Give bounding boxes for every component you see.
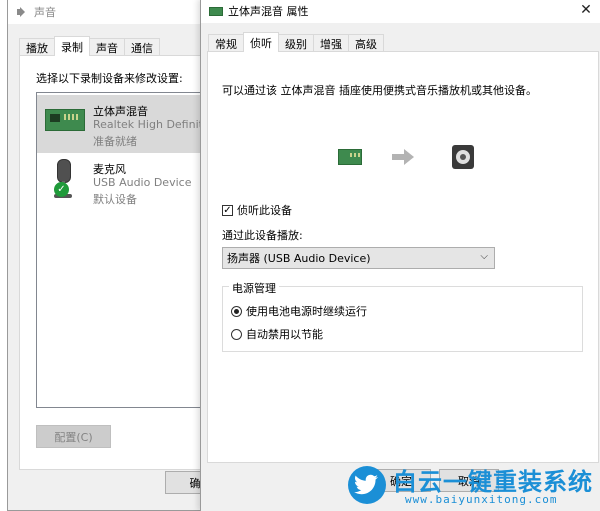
- properties-titlebar[interactable]: 立体声混音 属性: [201, 0, 600, 23]
- power-management-group: 电源管理 使用电池电源时继续运行 自动禁用以节能: [222, 280, 583, 352]
- listen-to-device-label[interactable]: 侦听此设备: [237, 202, 292, 218]
- tab-advanced[interactable]: 高级: [348, 34, 384, 52]
- close-icon[interactable]: ✕: [578, 2, 594, 18]
- playback-through-label: 通过此设备播放:: [222, 229, 303, 242]
- tab-playback[interactable]: 播放: [19, 38, 55, 56]
- tab-enhancements[interactable]: 增强: [313, 34, 349, 52]
- tab-sounds[interactable]: 声音: [89, 38, 125, 56]
- device-row-microphone[interactable]: ✓ 麦克风 USB Audio Device 默认设备: [37, 153, 223, 211]
- properties-tabs: 常规 侦听 级别 增强 高级: [208, 32, 384, 52]
- device-name: 麦克风: [93, 163, 126, 176]
- tab-general[interactable]: 常规: [208, 34, 244, 52]
- twitter-bird-icon: [348, 466, 386, 504]
- speaker-icon: [452, 145, 474, 169]
- properties-title: 立体声混音 属性: [228, 5, 309, 18]
- device-driver: USB Audio Device: [93, 176, 192, 189]
- sound-dialog-tabs: 播放 录制 声音 通信: [19, 36, 160, 56]
- listen-to-device-checkbox-row[interactable]: ✓ 侦听此设备: [222, 202, 292, 218]
- watermark-url: www.baiyunxitong.com: [405, 493, 558, 506]
- listen-flow-illustration: [338, 145, 478, 171]
- listen-panel: 可以通过该 立体声混音 插座使用便携式音乐播放机或其他设备。 ✓ 侦听此设备 通…: [207, 51, 599, 463]
- playback-device-value: 扬声器 (USB Audio Device): [227, 252, 371, 265]
- disable-to-save-power-radio[interactable]: [231, 328, 242, 340]
- listen-description: 可以通过该 立体声混音 插座使用便携式音乐播放机或其他设备。: [222, 84, 537, 97]
- microphone-icon: [51, 159, 81, 203]
- continue-on-battery-radio[interactable]: [231, 305, 242, 317]
- recording-device-list: 立体声混音 Realtek High Definition 准备就绪 ✓ 麦克风…: [36, 92, 224, 408]
- sound-card-icon: [209, 6, 223, 16]
- default-check-icon: ✓: [54, 182, 69, 197]
- watermark-text: 白云一键重装系统: [393, 468, 593, 496]
- tab-communications[interactable]: 通信: [124, 38, 160, 56]
- chevron-down-icon: ⌵: [480, 251, 488, 262]
- tab-recording[interactable]: 录制: [54, 36, 90, 56]
- device-row-stereo-mix[interactable]: 立体声混音 Realtek High Definition 准备就绪: [37, 95, 223, 153]
- device-status: 准备就绪: [93, 135, 137, 148]
- device-name: 立体声混音: [93, 105, 148, 118]
- sound-card-icon: [45, 109, 85, 131]
- arrow-right-icon: [392, 149, 414, 165]
- speaker-icon: [16, 6, 28, 18]
- power-management-legend: 电源管理: [229, 280, 279, 296]
- listen-to-device-checkbox[interactable]: ✓: [222, 204, 233, 216]
- disable-to-save-power-option[interactable]: 自动禁用以节能: [231, 326, 323, 342]
- continue-on-battery-label[interactable]: 使用电池电源时继续运行: [246, 303, 367, 319]
- continue-on-battery-option[interactable]: 使用电池电源时继续运行: [231, 303, 367, 319]
- tab-levels[interactable]: 级别: [278, 34, 314, 52]
- device-status: 默认设备: [93, 193, 137, 206]
- stereo-mix-properties-dialog: 立体声混音 属性 ✕ 常规 侦听 级别 增强 高级 可以通过该 立体声混音 插座…: [200, 0, 600, 511]
- configure-button[interactable]: 配置(C): [36, 425, 111, 448]
- playback-device-select[interactable]: 扬声器 (USB Audio Device) ⌵: [222, 247, 495, 269]
- recording-instruction: 选择以下录制设备来修改设置:: [36, 72, 183, 85]
- watermark-logo: 白云一键重装系统 www.baiyunxitong.com: [345, 460, 600, 511]
- sound-card-icon: [338, 149, 362, 165]
- disable-to-save-power-label[interactable]: 自动禁用以节能: [246, 326, 323, 342]
- tab-listen[interactable]: 侦听: [243, 32, 279, 52]
- sound-dialog-title: 声音: [34, 6, 56, 19]
